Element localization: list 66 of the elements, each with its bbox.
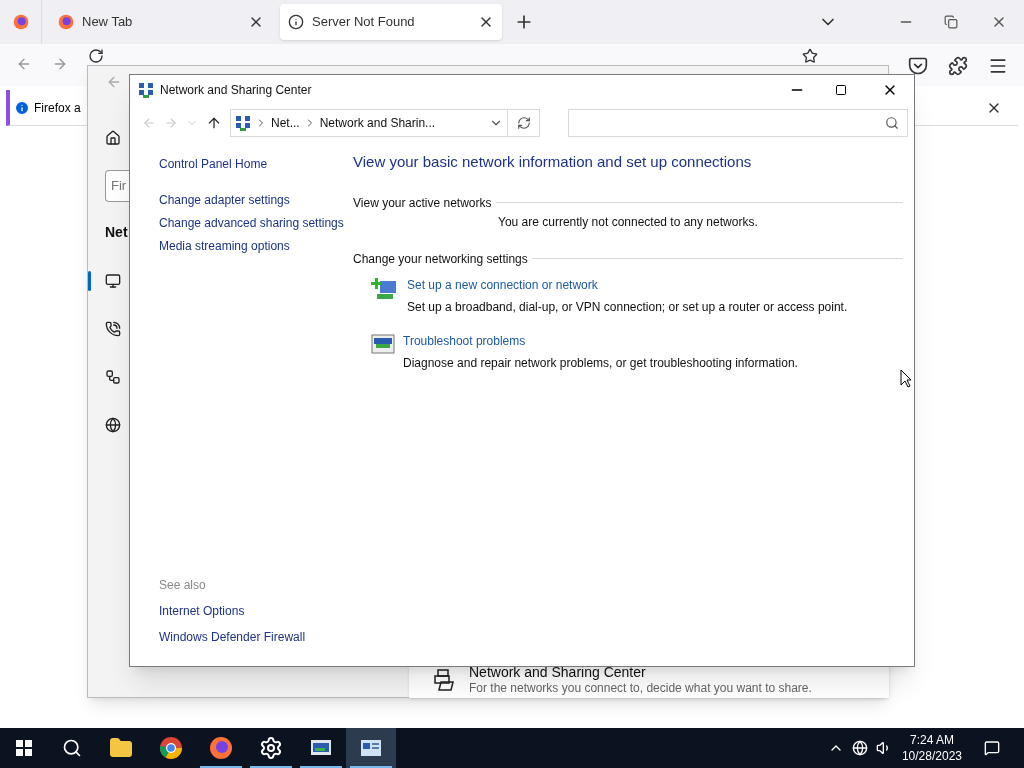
card-title: Network and Sharing Center [469, 664, 647, 681]
status-text: You are currently not connected to any networks. [498, 213, 759, 231]
browser-tab[interactable]: Server Not Found [280, 4, 502, 40]
globe-icon[interactable] [851, 740, 868, 756]
task-description: Diagnose and repair network problems, or get troubleshooting information. [403, 354, 798, 372]
refresh-button[interactable] [508, 109, 540, 137]
folder-icon [109, 736, 133, 760]
monitor-icon [105, 273, 121, 289]
clock[interactable]: 7:24 AM 10/28/2023 [897, 732, 966, 764]
firefox-icon [209, 736, 233, 760]
task-link[interactable]: Troubleshoot problems [403, 331, 798, 350]
refresh-icon [516, 116, 531, 130]
firefox-icon[interactable] [12, 14, 29, 30]
forward-icon[interactable] [52, 56, 68, 72]
globe-icon [105, 417, 121, 433]
breadcrumb-item[interactable]: Network and Sharin... [319, 114, 436, 132]
see-also-label: See also [159, 577, 207, 594]
search-field[interactable] [568, 109, 908, 137]
search-icon [885, 116, 899, 130]
printer-folder-icon [433, 668, 457, 692]
card-description: For the networks you connect to, decide what you want to share. [469, 681, 812, 696]
search-icon [62, 738, 82, 758]
info-icon [14, 99, 30, 116]
extensions-icon[interactable] [948, 56, 968, 76]
cursor-icon [900, 369, 912, 388]
back-icon[interactable] [16, 56, 32, 72]
breadcrumb-item[interactable]: Net... [271, 114, 300, 132]
troubleshoot-icon [371, 331, 395, 356]
restore-icon[interactable] [944, 15, 958, 29]
pocket-icon[interactable] [908, 56, 928, 76]
settings-icon [259, 736, 283, 760]
section-title: View your active networks [353, 194, 492, 212]
tab-title: New Tab [82, 13, 134, 32]
section-title: Change your networking settings [353, 250, 528, 268]
sidebar-link[interactable]: Change advanced sharing settings [159, 216, 353, 231]
windows-icon [16, 740, 32, 756]
browser-tab[interactable]: New Tab [50, 4, 272, 40]
task-link[interactable]: Set up a new connection or network [407, 275, 848, 294]
bookmark-icon[interactable] [802, 48, 818, 64]
phone-icon [105, 321, 121, 337]
network-icon [138, 82, 154, 98]
chrome-icon [159, 736, 183, 760]
reload-icon[interactable] [88, 48, 104, 64]
firefox-icon [58, 14, 74, 30]
link-icon [105, 369, 121, 385]
address-bar[interactable]: Net... Network and Sharin... [230, 109, 508, 137]
window-title: Network and Sharing Center [160, 82, 312, 99]
page-heading: Net [105, 223, 128, 242]
page-heading: View your basic network information and set up connections [353, 152, 753, 172]
sidebar-link[interactable]: Windows Defender Firewall [159, 628, 353, 646]
maximize-icon[interactable] [835, 84, 847, 96]
sidebar-link[interactable]: Change adapter settings [159, 193, 353, 208]
search-field[interactable]: Fir [105, 170, 129, 202]
tab-title: Server Not Found [312, 13, 416, 32]
menu-icon[interactable] [988, 56, 1008, 76]
sidebar-link[interactable]: Media streaming options [159, 239, 353, 254]
sidebar-link[interactable]: Internet Options [159, 602, 353, 620]
sidebar-link[interactable]: Control Panel Home [159, 157, 353, 172]
info-icon [288, 14, 304, 30]
home-icon[interactable] [105, 130, 121, 146]
notification-text: Firefox a [34, 99, 81, 117]
up-icon[interactable] [206, 115, 222, 131]
notifications-icon[interactable] [984, 740, 1000, 756]
task-description: Set up a broadband, dial-up, or VPN connection; or set up a router or access point. [407, 298, 848, 316]
network-icon [235, 115, 251, 131]
taskbar-app[interactable] [346, 728, 396, 768]
